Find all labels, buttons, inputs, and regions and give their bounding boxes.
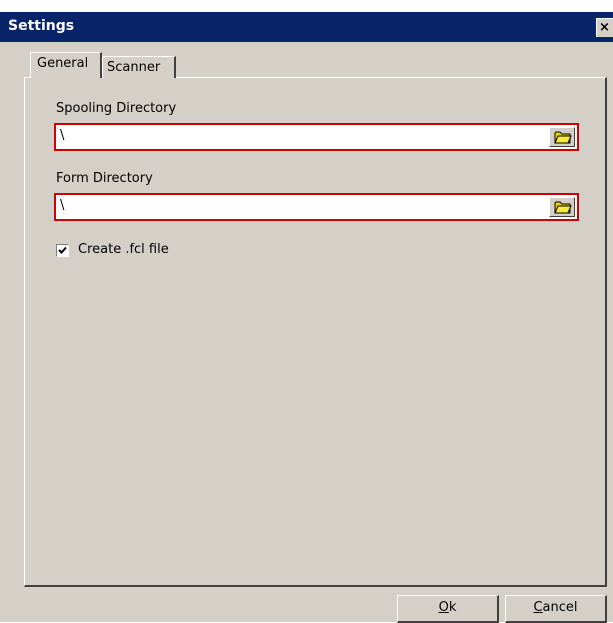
tab-panel: [24, 77, 607, 587]
checkmark-icon: [58, 246, 67, 254]
folder-icon: [554, 201, 572, 214]
tab-scanner-label: Scanner: [107, 60, 161, 75]
cancel-mnemonic: C: [533, 600, 543, 615]
cancel-button[interactable]: Cancel: [505, 595, 607, 623]
ok-mnemonic: O: [438, 600, 449, 615]
tab-general-label: General: [37, 56, 89, 71]
form-directory-value: \: [60, 198, 65, 213]
tab-general[interactable]: General: [30, 52, 102, 78]
settings-dialog: Settings × General Scanner Spooling Dire…: [0, 0, 613, 623]
ok-label-rest: k: [448, 600, 457, 615]
create-fcl-checkbox[interactable]: [56, 244, 69, 257]
spooling-directory-field[interactable]: \: [54, 123, 579, 151]
tab-scanner[interactable]: Scanner: [102, 56, 176, 78]
window-title: Settings: [8, 18, 75, 34]
spooling-directory-label: Spooling Directory: [56, 101, 177, 116]
spooling-browse-button[interactable]: [549, 127, 575, 147]
title-bar[interactable]: Settings ×: [0, 12, 613, 42]
form-browse-button[interactable]: [549, 197, 575, 217]
cancel-label-rest: ancel: [542, 600, 578, 615]
create-fcl-label: Create .fcl file: [78, 242, 169, 257]
close-icon: ×: [599, 20, 610, 35]
spooling-directory-value: \: [60, 128, 65, 143]
form-directory-label: Form Directory: [56, 171, 153, 186]
form-directory-field[interactable]: \: [54, 193, 579, 221]
top-strip: [0, 0, 613, 12]
folder-icon: [554, 131, 572, 144]
ok-button[interactable]: Ok: [397, 595, 499, 623]
close-button[interactable]: ×: [596, 18, 613, 37]
